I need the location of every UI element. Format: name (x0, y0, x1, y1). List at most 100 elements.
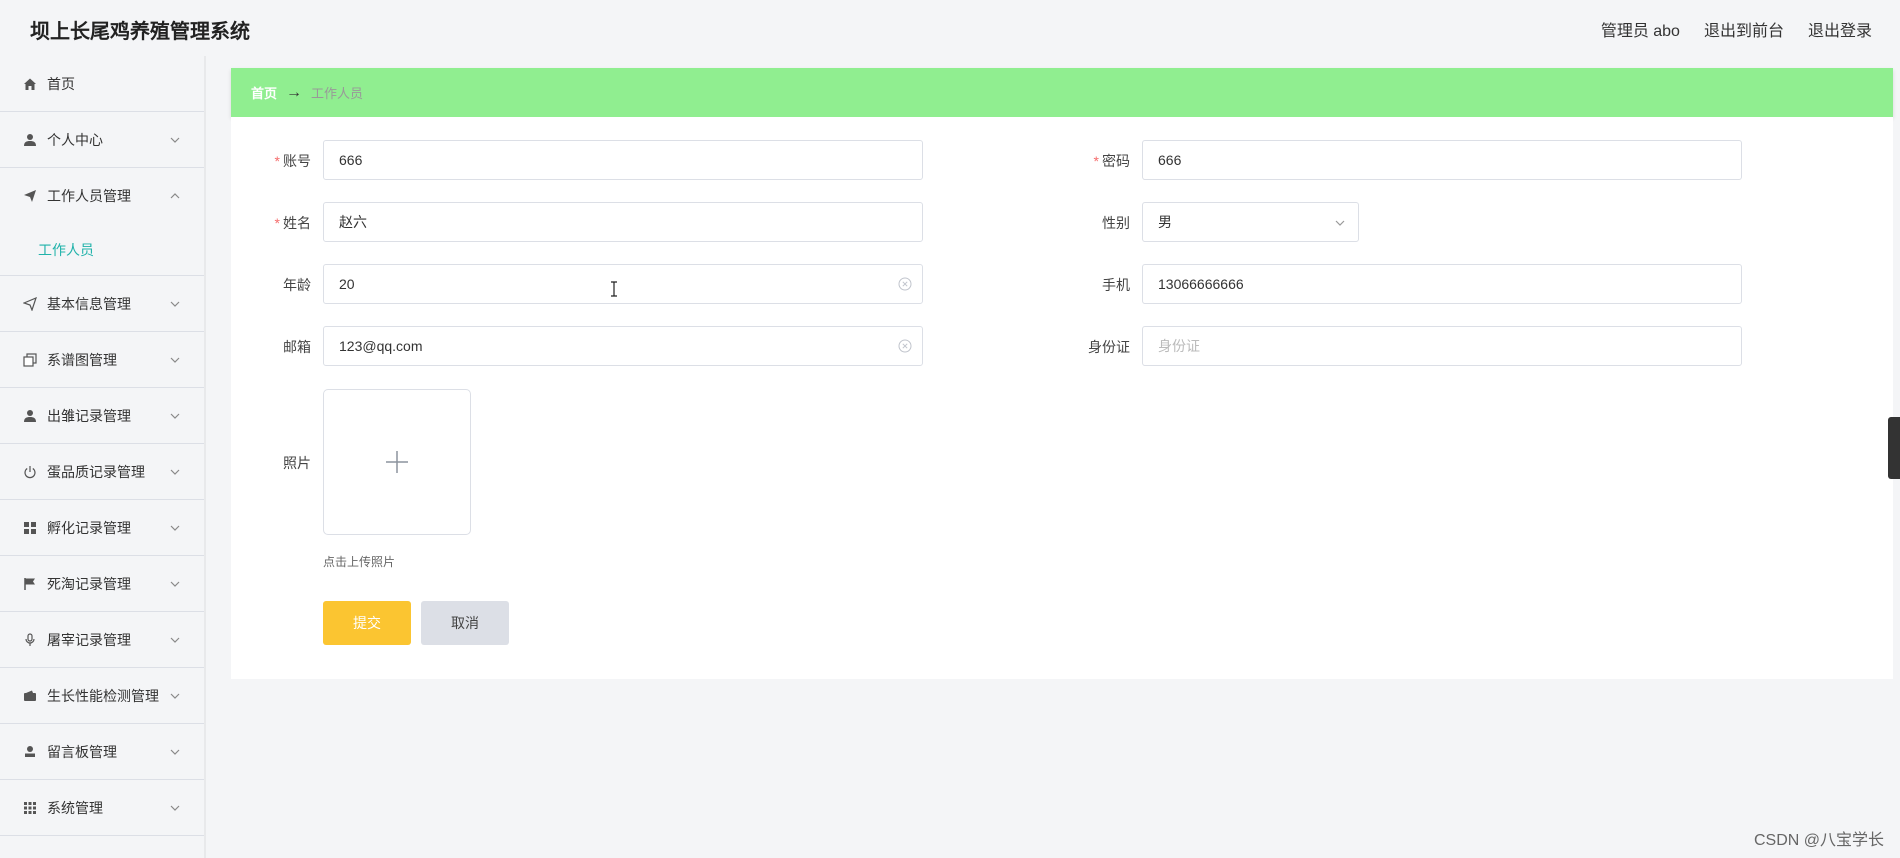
name-input[interactable]: 赵六 (323, 202, 923, 242)
idcard-input[interactable]: 身份证 (1142, 326, 1742, 366)
password-value: 666 (1158, 152, 1182, 168)
age-input[interactable]: 20 (323, 264, 923, 304)
side-drawer-handle[interactable] (1888, 417, 1900, 479)
sidebar-item-label: 蛋品质记录管理 (47, 463, 145, 480)
name-label: * 姓名 (231, 213, 311, 233)
phone-value: 13066666666 (1158, 276, 1244, 292)
cancel-button[interactable]: 取消 (421, 601, 509, 645)
sidebar-item-egg-quality[interactable]: 蛋品质记录管理 (0, 444, 204, 500)
upload-tip: 点击上传照片 (323, 555, 396, 569)
grid-icon (22, 520, 38, 536)
wallet-icon (22, 688, 38, 704)
sidebar-item-label: 个人中心 (47, 131, 103, 148)
password-label: * 密码 (1050, 151, 1130, 171)
breadcrumb-home-link[interactable]: 首页 (251, 83, 277, 102)
clear-circle-icon[interactable] (898, 277, 912, 291)
sidebar-item-message-board[interactable]: 留言板管理 (0, 724, 204, 780)
apps-icon (22, 800, 38, 816)
text-cursor-icon (611, 281, 617, 297)
home-icon (22, 76, 38, 92)
flag-icon (22, 576, 38, 592)
chevron-down-icon (1335, 220, 1345, 226)
user-stamp-icon (22, 744, 38, 760)
email-label: 邮箱 (283, 339, 311, 355)
admin-user-label[interactable]: 管理员 abo (1601, 17, 1680, 41)
chevron-down-icon (170, 749, 180, 755)
back-to-front-link[interactable]: 退出到前台 (1704, 17, 1784, 41)
sidebar-item-system[interactable]: 系统管理 (0, 780, 204, 836)
user-icon (22, 132, 38, 148)
send-icon (22, 188, 38, 204)
top-links: 管理员 abo 退出到前台 退出登录 (1601, 17, 1872, 41)
breadcrumb: 首页 → 工作人员 (231, 68, 1893, 117)
plus-icon (386, 451, 408, 473)
sidebar-item-slaughter[interactable]: 屠宰记录管理 (0, 612, 204, 668)
copy-icon (22, 352, 38, 368)
account-input[interactable]: 666 (323, 140, 923, 180)
sidebar-item-incubation[interactable]: 孵化记录管理 (0, 500, 204, 556)
chevron-down-icon (170, 137, 180, 143)
user-icon (22, 408, 38, 424)
gender-select[interactable]: 男 (1142, 202, 1359, 242)
sidebar-item-label: 死淘记录管理 (47, 575, 131, 592)
age-label: 年龄 (283, 277, 311, 293)
sidebar-item-staff-management[interactable]: 工作人员管理 (0, 168, 204, 224)
sidebar-item-home[interactable]: 首页 (0, 56, 204, 112)
sidebar-item-label: 留言板管理 (47, 743, 117, 760)
password-input[interactable]: 666 (1142, 140, 1742, 180)
sidebar-item-growth-performance[interactable]: 生长性能检测管理 (0, 668, 204, 724)
chevron-down-icon (170, 805, 180, 811)
sidebar-item-label: 系谱图管理 (47, 351, 117, 368)
power-icon (22, 464, 38, 480)
submit-button[interactable]: 提交 (323, 601, 411, 645)
chevron-down-icon (170, 693, 180, 699)
password-label-text: 密码 (1102, 153, 1130, 169)
chevron-down-icon (170, 357, 180, 363)
app-title: 坝上长尾鸡养殖管理系统 (30, 21, 250, 43)
required-mark: * (1093, 153, 1099, 169)
sidebar-subitem-staff[interactable]: 工作人员 (0, 224, 204, 276)
sidebar: 首页 个人中心 工作人员管理 工作人员 基本信息管理 系谱图管理 出雏记录管理 … (0, 56, 206, 858)
mic-icon (22, 632, 38, 648)
sidebar-item-label: 生长性能检测管理 (47, 687, 159, 704)
name-value: 赵六 (339, 214, 367, 230)
sidebar-item-culling[interactable]: 死淘记录管理 (0, 556, 204, 612)
idcard-placeholder: 身份证 (1158, 338, 1200, 354)
send-outline-icon (22, 296, 38, 312)
email-input[interactable]: 123@qq.com (323, 326, 923, 366)
account-label-text: 账号 (283, 153, 311, 169)
name-label-text: 姓名 (283, 215, 311, 231)
required-mark: * (274, 153, 280, 169)
chevron-down-icon (170, 469, 180, 475)
sidebar-item-basic-info[interactable]: 基本信息管理 (0, 276, 204, 332)
sidebar-item-pedigree[interactable]: 系谱图管理 (0, 332, 204, 388)
sidebar-item-label: 基本信息管理 (47, 295, 131, 312)
phone-input[interactable]: 13066666666 (1142, 264, 1742, 304)
sidebar-item-label: 出雏记录管理 (47, 407, 131, 424)
sidebar-item-label: 工作人员管理 (47, 188, 131, 204)
sidebar-item-label: 系统管理 (47, 799, 103, 816)
top-bar: 坝上长尾鸡养殖管理系统 管理员 abo 退出到前台 退出登录 (0, 0, 1900, 56)
sidebar-item-label: 屠宰记录管理 (47, 631, 131, 648)
required-mark: * (274, 215, 280, 231)
breadcrumb-current: 工作人员 (311, 86, 364, 101)
logout-link[interactable]: 退出登录 (1808, 17, 1872, 41)
gender-value: 男 (1158, 214, 1172, 230)
chevron-up-icon (170, 193, 180, 199)
sidebar-item-label: 首页 (47, 75, 75, 92)
sidebar-item-personal-center[interactable]: 个人中心 (0, 112, 204, 168)
email-value: 123@qq.com (339, 338, 423, 354)
chevron-down-icon (170, 581, 180, 587)
photo-label: 照片 (283, 455, 311, 471)
chevron-down-icon (170, 525, 180, 531)
watermark: CSDN @八宝学长 (1753, 832, 1884, 849)
breadcrumb-arrow-icon: → (286, 83, 303, 101)
age-value: 20 (339, 276, 355, 292)
phone-label: 手机 (1102, 277, 1130, 293)
sidebar-item-label: 孵化记录管理 (47, 519, 131, 536)
idcard-label: 身份证 (1088, 339, 1130, 355)
account-value: 666 (339, 152, 363, 168)
photo-upload-box[interactable] (323, 389, 471, 535)
clear-circle-icon[interactable] (898, 339, 912, 353)
sidebar-item-hatch-out[interactable]: 出雏记录管理 (0, 388, 204, 444)
